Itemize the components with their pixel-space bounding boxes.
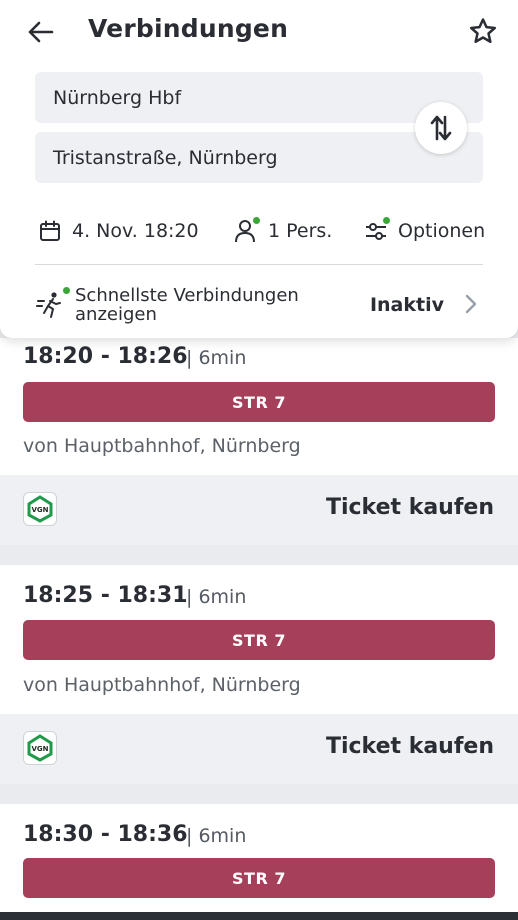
- destination-field[interactable]: Tristanstraße, Nürnberg: [35, 132, 483, 183]
- favorite-button[interactable]: [466, 14, 500, 48]
- origin-field[interactable]: Nürnberg Hbf: [35, 72, 483, 123]
- connection-card[interactable]: 18:25 - 18:31 | 6min STR 7 von Hauptbahn…: [0, 565, 518, 714]
- persons-selector[interactable]: 1 Pers.: [232, 214, 332, 248]
- buy-ticket-button[interactable]: Ticket kaufen: [326, 495, 494, 520]
- connection-duration: | 6min: [186, 347, 247, 369]
- swap-arrows-icon: [430, 115, 452, 141]
- vgn-logo: VGN: [23, 492, 57, 526]
- options-selector[interactable]: Optionen: [362, 214, 485, 248]
- sliders-icon: [362, 217, 390, 245]
- connection-card[interactable]: 18:20 - 18:26 | 6min STR 7 von Hauptbahn…: [0, 338, 518, 475]
- active-indicator-dot: [63, 287, 70, 294]
- running-person-icon: [36, 287, 70, 319]
- star-icon: [470, 18, 496, 43]
- vgn-logo-text: VGN: [31, 745, 48, 753]
- connection-time: 18:30 - 18:36: [23, 822, 188, 847]
- line-badge: STR 7: [23, 382, 495, 422]
- vgn-logo: VGN: [23, 731, 57, 765]
- fastest-connections-toggle[interactable]: Schnellste Verbindungen anzeigen Inaktiv: [36, 284, 484, 326]
- ticket-row[interactable]: VGN Ticket kaufen: [0, 475, 518, 545]
- line-badge: STR 7: [23, 620, 495, 660]
- buy-ticket-button[interactable]: Ticket kaufen: [326, 734, 494, 759]
- vgn-logo-text: VGN: [31, 506, 48, 514]
- active-indicator-dot: [253, 217, 260, 224]
- page-title: Verbindungen: [88, 14, 289, 43]
- fastest-connections-status: Inaktiv: [369, 294, 444, 316]
- calendar-icon: [36, 217, 64, 245]
- back-button[interactable]: [22, 16, 58, 48]
- search-header: Verbindungen Nürnberg Hbf Tristanstraße,…: [0, 0, 518, 338]
- departure-stop: von Hauptbahnhof, Nürnberg: [23, 435, 301, 457]
- date-time-selector[interactable]: 4. Nov. 18:20: [36, 214, 199, 248]
- active-indicator-dot: [383, 217, 390, 224]
- persons-label: 1 Pers.: [268, 220, 333, 242]
- divider: [35, 264, 483, 265]
- departure-stop: von Hauptbahnhof, Nürnberg: [23, 674, 301, 696]
- fastest-connections-label: Schnellste Verbindungen anzeigen: [75, 285, 299, 325]
- connection-duration: | 6min: [186, 586, 247, 608]
- swap-button[interactable]: [415, 102, 467, 154]
- arrow-left-icon: [28, 21, 54, 43]
- system-navigation-bar: [0, 912, 518, 920]
- options-label: Optionen: [398, 220, 486, 242]
- line-badge: STR 7: [23, 858, 495, 898]
- connection-time: 18:25 - 18:31: [23, 583, 188, 608]
- chevron-right-icon: [465, 294, 477, 314]
- connection-card[interactable]: 18:30 - 18:36 | 6min STR 7: [0, 804, 518, 920]
- ticket-row[interactable]: VGN Ticket kaufen: [0, 714, 518, 784]
- date-time-label: 4. Nov. 18:20: [72, 220, 199, 242]
- person-icon: [232, 217, 260, 245]
- connection-duration: | 6min: [186, 825, 247, 847]
- connection-time: 18:20 - 18:26: [23, 344, 188, 369]
